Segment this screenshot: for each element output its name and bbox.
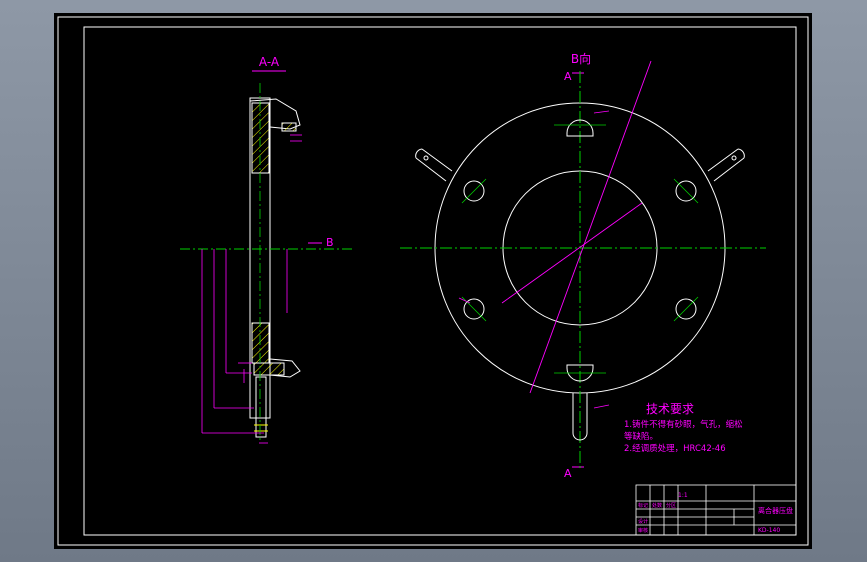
title-block-row-3: 设计	[638, 518, 648, 525]
notes-line-2: 等缺陷。	[624, 431, 658, 442]
title-block-scale: 1:1	[678, 492, 688, 499]
cut-label-a-bottom: A	[564, 467, 572, 480]
section-view: A-A B	[180, 55, 354, 444]
lower-hatch	[251, 322, 270, 364]
section-dimensions	[201, 134, 302, 444]
outer-frame	[57, 16, 809, 546]
diameter-leader	[529, 60, 652, 394]
cut-marker-b: B	[326, 236, 334, 249]
title-block-row-4: 审核	[638, 527, 648, 534]
notes-line-3: 2.经调质处理，HRC42-46	[624, 443, 726, 454]
cad-viewport[interactable]: A-A B B向 A A 技术要求 1.铸件不得有砂眼，气孔，缩松 等缺陷。 2…	[54, 13, 812, 549]
drawing-canvas: A-A B B向 A A 技术要求 1.铸件不得有砂眼，气孔，缩松 等缺陷。 2…	[57, 16, 809, 546]
title-block-row-0: 标记	[638, 502, 648, 509]
notes-line-1: 1.铸件不得有砂眼，气孔，缩松	[624, 419, 743, 430]
title-block-row-1: 处数	[652, 502, 662, 509]
plan-view: B向 A A	[400, 51, 766, 480]
stem	[255, 376, 267, 438]
plan-title: B向	[571, 51, 591, 66]
title-block-row-2: 分区	[666, 502, 676, 509]
section-title: A-A	[259, 55, 280, 69]
inner-frame	[83, 26, 797, 536]
title-block-part-name: 离合器压盘	[758, 506, 793, 515]
title-block-drawing-no: KD-140	[758, 527, 780, 534]
upper-hatch	[251, 102, 270, 174]
cut-label-a-top: A	[564, 70, 572, 83]
notes-title: 技术要求	[646, 402, 694, 416]
technical-notes: 技术要求 1.铸件不得有砂眼，气孔，缩松 等缺陷。 2.经调质处理，HRC42-…	[624, 402, 743, 454]
